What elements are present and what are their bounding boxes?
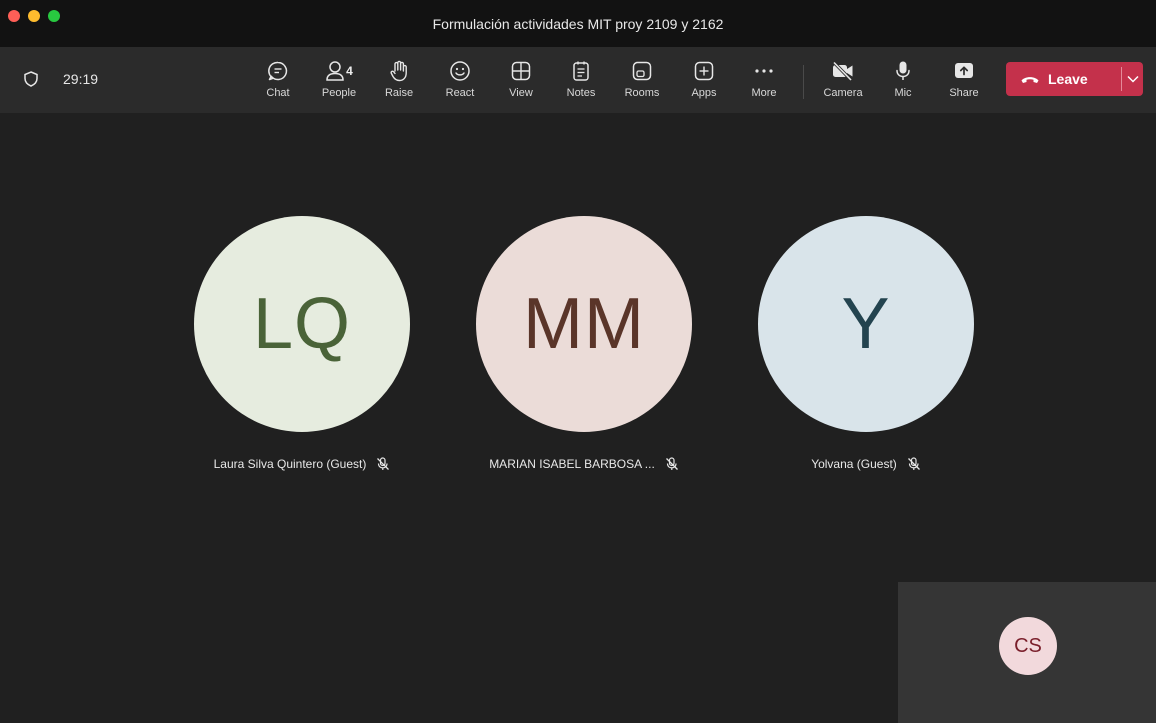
- grid-view-icon: [511, 61, 531, 81]
- camera-off-icon: [832, 61, 853, 82]
- leave-control: Leave: [1006, 62, 1143, 96]
- notes-icon: [573, 61, 589, 81]
- react-button[interactable]: React: [432, 59, 488, 105]
- participant-initials: Y: [841, 284, 891, 364]
- camera-label: Camera: [823, 87, 863, 99]
- leave-options-button[interactable]: [1122, 62, 1143, 96]
- react-label: React: [445, 87, 475, 99]
- notes-button[interactable]: Notes: [553, 59, 609, 105]
- raise-hand-button[interactable]: Raise: [371, 59, 427, 105]
- view-label: View: [509, 87, 533, 99]
- participant-avatar: LQ: [194, 216, 410, 432]
- chat-label: Chat: [266, 87, 290, 99]
- chat-button[interactable]: Chat: [250, 59, 306, 105]
- shield-icon[interactable]: [24, 71, 38, 87]
- people-icon: [326, 61, 344, 81]
- participant-name: Yolvana (Guest): [811, 457, 897, 471]
- participant-tile[interactable]: LQ Laura Silva Quintero (Guest): [194, 216, 410, 471]
- share-screen-icon: [955, 63, 973, 78]
- apps-button[interactable]: Apps: [676, 59, 732, 105]
- rooms-button[interactable]: Rooms: [614, 59, 670, 105]
- raise-hand-icon: [390, 60, 407, 82]
- title-bar: Formulación actividades MIT proy 2109 y …: [0, 0, 1156, 47]
- more-dots-icon: [755, 69, 773, 73]
- more-button[interactable]: More: [736, 59, 792, 105]
- mic-button[interactable]: Mic: [875, 59, 931, 105]
- microphone-icon: [896, 61, 910, 80]
- participant-name-row: Yolvana (Guest): [698, 457, 1034, 471]
- participant-tile[interactable]: MM MARIAN ISABEL BARBOSA ...: [476, 216, 692, 471]
- people-button[interactable]: 4 People: [311, 59, 367, 105]
- chevron-down-icon: [1126, 75, 1139, 83]
- toolbar-divider: [803, 65, 804, 99]
- participant-initials: LQ: [252, 284, 352, 364]
- share-label: Share: [949, 87, 979, 99]
- breakout-rooms-icon: [632, 61, 652, 81]
- apps-label: Apps: [691, 87, 717, 99]
- teams-meeting-window: Formulación actividades MIT proy 2109 y …: [0, 0, 1156, 723]
- share-button[interactable]: Share: [936, 59, 992, 105]
- zoom-window-button[interactable]: [48, 10, 60, 22]
- participant-avatar: MM: [476, 216, 692, 432]
- view-button[interactable]: View: [493, 59, 549, 105]
- more-label: More: [751, 87, 777, 99]
- rooms-label: Rooms: [624, 87, 660, 99]
- meeting-toolbar: 29:19 Chat 4 People Raise React View Not…: [0, 47, 1156, 113]
- self-initials: CS: [1014, 634, 1042, 657]
- notes-label: Notes: [566, 87, 596, 99]
- mic-muted-icon: [907, 457, 920, 470]
- people-count: 4: [346, 64, 353, 78]
- leave-button[interactable]: Leave: [1006, 62, 1108, 96]
- participant-initials: MM: [523, 284, 645, 364]
- mic-muted-icon: [665, 457, 678, 470]
- meeting-title: Formulación actividades MIT proy 2109 y …: [432, 15, 724, 32]
- mic-muted-icon: [377, 457, 390, 470]
- leave-label: Leave: [1048, 71, 1088, 87]
- participant-name: Laura Silva Quintero (Guest): [213, 457, 367, 471]
- self-avatar: CS: [999, 617, 1057, 675]
- meeting-timer: 29:19: [63, 71, 99, 87]
- participant-name: MARIAN ISABEL BARBOSA ...: [489, 457, 655, 471]
- mic-label: Mic: [894, 87, 912, 99]
- participant-tile[interactable]: Y Yolvana (Guest): [758, 216, 974, 471]
- people-label: People: [321, 87, 357, 99]
- close-window-button[interactable]: [8, 10, 20, 22]
- smiley-icon: [450, 61, 470, 81]
- self-view-tile[interactable]: CS: [898, 582, 1156, 723]
- camera-button[interactable]: Camera: [815, 59, 871, 105]
- meeting-stage: LQ Laura Silva Quintero (Guest) MM MARIA…: [0, 113, 1156, 723]
- window-controls: [8, 10, 60, 22]
- chat-icon: [268, 61, 288, 81]
- raise-label: Raise: [384, 87, 414, 99]
- participant-avatar: Y: [758, 216, 974, 432]
- hang-up-icon: [1021, 77, 1039, 83]
- add-app-icon: [694, 61, 714, 81]
- minimize-window-button[interactable]: [28, 10, 40, 22]
